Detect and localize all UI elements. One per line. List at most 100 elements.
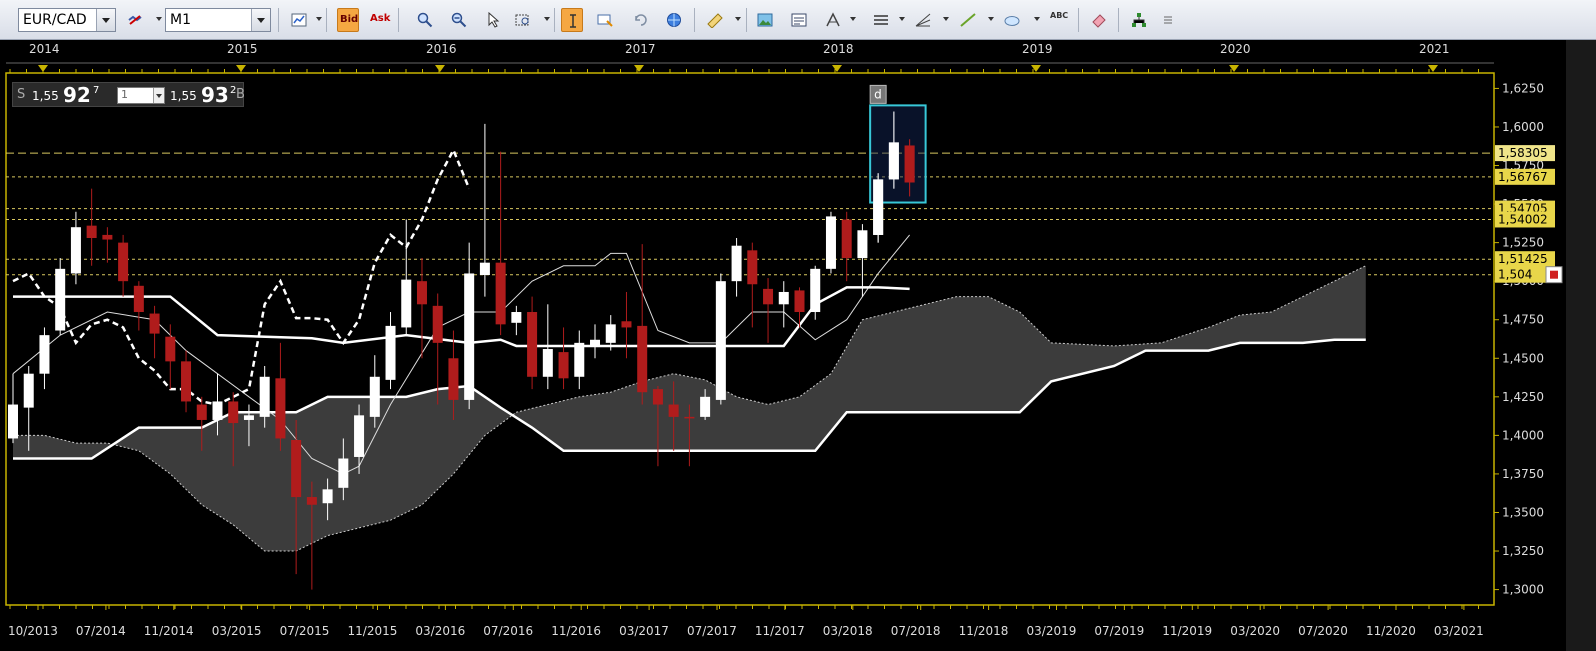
candlesticks <box>8 111 915 590</box>
price-label: 1,5250 <box>1502 236 1544 250</box>
chevron-down-icon[interactable] <box>251 9 270 31</box>
year-marker-icon <box>832 65 842 72</box>
separator <box>1118 8 1119 32</box>
separator <box>278 8 279 32</box>
year-label: 2019 <box>1022 42 1053 56</box>
symbol-select[interactable]: EUR/CAD <box>18 8 116 32</box>
sell-price-big[interactable]: 92 <box>63 83 91 107</box>
chart-type-icon[interactable] <box>288 8 310 32</box>
date-label: 11/2016 <box>551 624 601 638</box>
zoom-window-icon[interactable] <box>512 8 534 32</box>
chevron-down-icon[interactable] <box>943 17 949 21</box>
timeframe-select[interactable]: M1 <box>165 8 271 32</box>
chevron-down-icon[interactable] <box>988 17 994 21</box>
fan-lines-icon[interactable] <box>912 8 934 32</box>
year-label: 2015 <box>227 42 258 56</box>
horizontal-lines-icon[interactable] <box>870 8 892 32</box>
ellipse-icon[interactable] <box>1001 8 1023 32</box>
crosshair-icon[interactable] <box>561 8 583 32</box>
chevron-down-icon[interactable] <box>156 17 162 21</box>
candle-body <box>527 312 538 377</box>
level-price-label: 1,54002 <box>1498 212 1548 226</box>
cursor-icon[interactable] <box>482 8 504 32</box>
candle-body <box>306 497 317 505</box>
price-label: 1,4250 <box>1502 390 1544 404</box>
date-label: 10/2013 <box>8 624 58 638</box>
year-marker-icon <box>435 65 445 72</box>
marker-label: d <box>874 87 882 101</box>
indicator-icon[interactable] <box>822 8 844 32</box>
candle-body <box>747 250 758 285</box>
candle-body <box>479 262 490 276</box>
refresh-icon[interactable] <box>630 8 652 32</box>
chevron-down-icon[interactable] <box>96 9 115 31</box>
toolbar: EUR/CAD M1 Bid Ask ABC <box>0 0 1596 40</box>
candle-body <box>322 489 333 504</box>
chevron-down-icon[interactable] <box>850 17 856 21</box>
candle-body <box>684 416 695 419</box>
zoom-in-icon[interactable] <box>414 8 436 32</box>
quick-trade-panel: S 1,55 92 7 1 1,55 93 2 B <box>12 82 245 107</box>
bid-button[interactable]: Bid <box>337 8 359 32</box>
globe-icon[interactable] <box>663 8 685 32</box>
separator <box>326 8 327 32</box>
trend-line-icon[interactable] <box>957 8 979 32</box>
level-price-label: 1,58305 <box>1498 146 1548 160</box>
template-icon[interactable] <box>788 8 810 32</box>
candle-body <box>857 230 868 259</box>
lot-size-input[interactable]: 1 <box>117 87 165 104</box>
year-label: 2021 <box>1419 42 1450 56</box>
candle-body <box>133 285 144 313</box>
ruler-icon[interactable] <box>704 8 726 32</box>
candle-body <box>590 339 601 346</box>
date-label: 11/2017 <box>755 624 805 638</box>
more-icon[interactable] <box>1158 8 1180 32</box>
candle-body <box>228 401 239 424</box>
candle-body <box>448 358 459 400</box>
separator <box>398 8 399 32</box>
candle-body <box>668 404 679 417</box>
chevron-down-icon[interactable] <box>316 17 322 21</box>
candle-body <box>763 288 774 305</box>
eraser-icon[interactable] <box>1088 8 1110 32</box>
level-price-label: 1,51425 <box>1498 252 1548 266</box>
candle-body <box>873 179 884 235</box>
ask-button[interactable]: Ask <box>368 8 390 32</box>
price-label: 1,6000 <box>1502 120 1544 134</box>
candle-body <box>621 321 632 328</box>
candle-body <box>542 349 553 377</box>
price-label: 1,4000 <box>1502 428 1544 442</box>
price-label: 1,3250 <box>1502 544 1544 558</box>
separator <box>746 8 747 32</box>
date-label: 07/2020 <box>1298 624 1348 638</box>
link-chart-icon[interactable] <box>124 8 146 32</box>
chevron-down-icon[interactable] <box>1034 17 1040 21</box>
chevron-down-icon[interactable] <box>153 88 164 103</box>
screenshot-icon[interactable] <box>594 8 616 32</box>
candle-body <box>39 335 50 374</box>
candle-body <box>338 458 349 488</box>
price-chart[interactable]: 1,62501,60001,57501,55001,52501,50001,47… <box>0 40 1596 651</box>
candle-body <box>841 219 852 259</box>
chevron-down-icon[interactable] <box>899 17 905 21</box>
candle-body <box>259 376 270 417</box>
candle-body <box>243 415 254 420</box>
date-label: 07/2019 <box>1094 624 1144 638</box>
zoom-out-icon[interactable] <box>448 8 470 32</box>
candle-body <box>369 376 380 417</box>
date-label: 11/2020 <box>1366 624 1416 638</box>
date-label: 07/2014 <box>76 624 126 638</box>
candle-body <box>86 225 97 238</box>
abc-label: ABC <box>1050 11 1069 20</box>
candle-body <box>778 291 789 305</box>
buy-price-big[interactable]: 93 <box>201 83 229 107</box>
ask-label: Ask <box>370 13 391 24</box>
network-icon[interactable] <box>1128 8 1150 32</box>
candle-body <box>165 336 176 362</box>
picture-icon[interactable] <box>754 8 776 32</box>
text-tool-icon[interactable]: ABC <box>1048 8 1070 32</box>
chevron-down-icon[interactable] <box>544 17 550 21</box>
right-scrollbar <box>1566 40 1596 651</box>
symbol-value: EUR/CAD <box>23 12 87 28</box>
chevron-down-icon[interactable] <box>735 17 741 21</box>
